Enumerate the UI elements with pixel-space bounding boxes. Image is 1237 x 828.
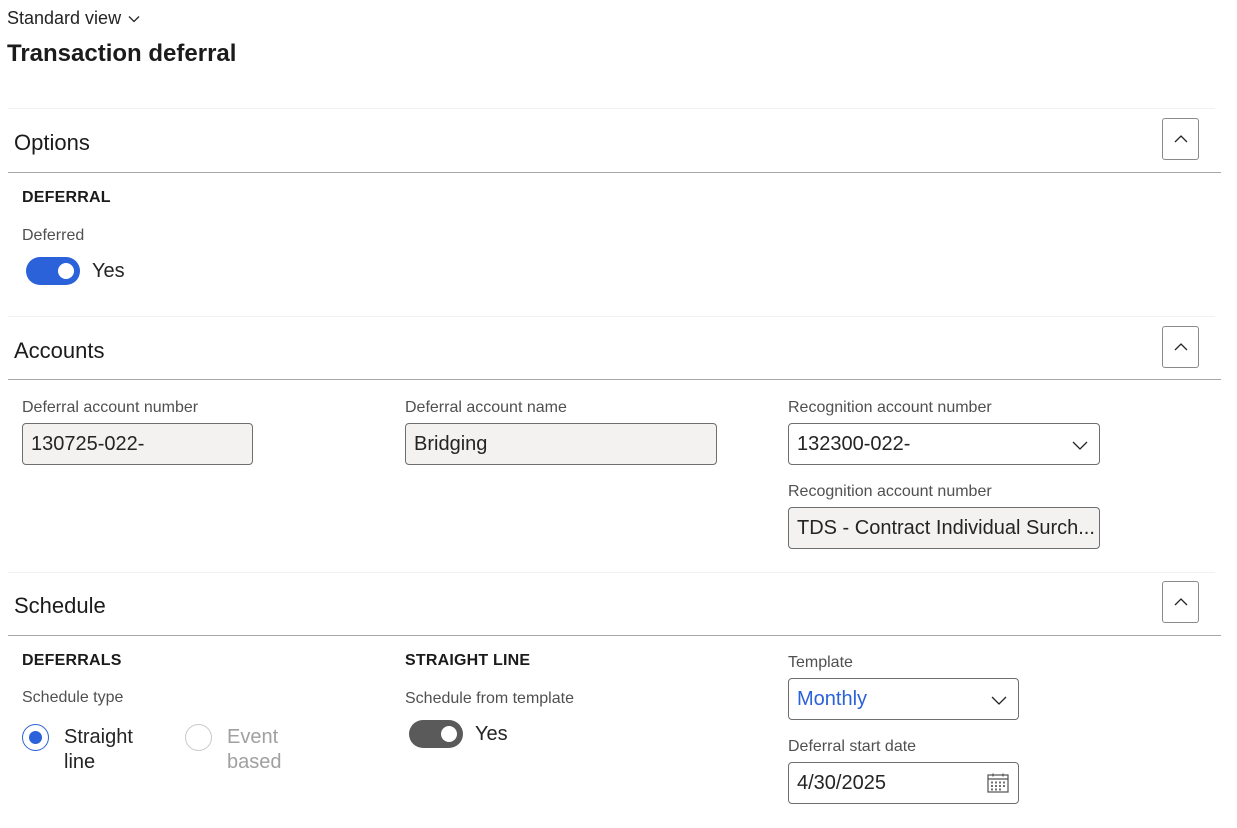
recognition-account-number-dropdown[interactable]: 132300-022-	[788, 423, 1100, 465]
schedule-from-template-text: Yes	[475, 723, 508, 745]
section-rule	[8, 379, 1221, 380]
section-divider	[8, 572, 1215, 573]
template-dropdown[interactable]: Monthly	[788, 678, 1019, 720]
collapse-schedule-button[interactable]	[1162, 581, 1199, 623]
page-title: Transaction deferral	[7, 40, 237, 67]
deferred-label: Deferred	[22, 227, 85, 244]
deferral-account-name-label: Deferral account name	[405, 399, 567, 416]
chevron-down-icon	[1072, 441, 1088, 450]
view-switcher-label: Standard view	[7, 8, 122, 28]
collapse-options-button[interactable]	[1162, 118, 1199, 160]
section-rule	[8, 172, 1221, 173]
deferred-toggle-text: Yes	[92, 260, 125, 282]
deferral-account-name-value: Bridging	[414, 433, 488, 455]
section-divider	[8, 108, 1215, 109]
calendar-icon[interactable]	[987, 773, 1009, 793]
recognition-account-name-field[interactable]: TDS - Contract Individual Surch...	[788, 507, 1100, 549]
deferral-start-date-label: Deferral start date	[788, 738, 917, 755]
radio-label-line: line	[64, 751, 96, 773]
recognition-account-number-value: 132300-022-	[797, 433, 911, 455]
radio-straight-line[interactable]	[22, 724, 49, 751]
group-label-straight-line: STRAIGHT LINE	[405, 652, 531, 669]
schedule-type-label: Schedule type	[22, 689, 124, 706]
deferral-start-date-value: 4/30/2025	[797, 772, 886, 794]
radio-label-line: Event	[227, 726, 279, 748]
chevron-down-icon	[128, 15, 140, 22]
deferral-account-number-value: 130725-022-	[31, 433, 145, 455]
chevron-up-icon	[1174, 598, 1187, 606]
schedule-from-template-label: Schedule from template	[405, 690, 574, 707]
toggle-knob	[58, 263, 74, 279]
chevron-down-icon	[991, 696, 1007, 705]
toggle-knob	[441, 726, 457, 742]
recognition-account-number-label: Recognition account number	[788, 399, 992, 416]
section-title-options: Options	[14, 130, 90, 155]
section-divider	[8, 316, 1215, 317]
view-switcher[interactable]: Standard view	[7, 8, 141, 29]
radio-label-line: Straight	[64, 726, 133, 748]
deferral-account-number-label: Deferral account number	[22, 399, 199, 416]
radio-event-based-label: Event based	[227, 725, 282, 775]
section-title-accounts: Accounts	[14, 338, 105, 363]
section-title-schedule: Schedule	[14, 593, 106, 618]
radio-selected-dot	[29, 731, 42, 744]
radio-straight-line-label: Straight line	[64, 725, 133, 775]
schedule-from-template-toggle[interactable]	[409, 720, 463, 748]
deferred-toggle[interactable]	[26, 257, 80, 285]
template-label: Template	[788, 654, 853, 671]
deferral-account-number-field[interactable]: 130725-022-	[22, 423, 253, 465]
chevron-up-icon	[1174, 135, 1187, 143]
deferral-start-date-field[interactable]: 4/30/2025	[788, 762, 1019, 804]
recognition-account-name-label: Recognition account number	[788, 483, 992, 500]
template-value: Monthly	[797, 688, 868, 710]
deferral-account-name-field[interactable]: Bridging	[405, 423, 717, 465]
radio-label-line: based	[227, 751, 282, 773]
radio-event-based[interactable]	[185, 724, 212, 751]
collapse-accounts-button[interactable]	[1162, 326, 1199, 368]
group-label-deferral: DEFERRAL	[22, 189, 111, 206]
chevron-up-icon	[1174, 343, 1187, 351]
section-rule	[8, 635, 1221, 636]
group-label-deferrals: DEFERRALS	[22, 652, 122, 669]
recognition-account-name-value: TDS - Contract Individual Surch...	[797, 517, 1095, 539]
